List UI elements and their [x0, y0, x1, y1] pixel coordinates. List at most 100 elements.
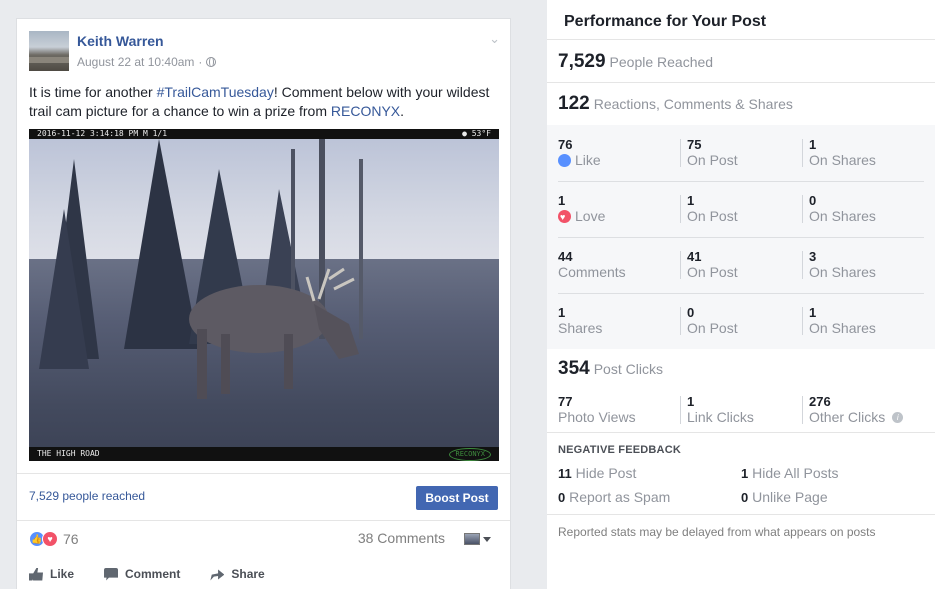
performance-panel: Performance for Your Post 7,529 People R… [547, 0, 935, 589]
comment-label: Comment [125, 567, 181, 581]
post-meta: August 22 at 10:40am · [77, 55, 217, 69]
people-reached-value: 7,529 [558, 51, 606, 72]
like-button[interactable]: Like [29, 567, 74, 581]
like-label: Like [575, 152, 601, 168]
on-shares-label: On Shares [809, 264, 876, 280]
trail-cam-scene [39, 139, 363, 399]
people-reached-stat: 7,529 People Reached [558, 51, 713, 73]
caret-down-icon [483, 536, 491, 542]
unlike-stat: 0 Unlike Page [741, 489, 828, 505]
hide-post-label: Hide Post [575, 465, 637, 481]
breakdown-row-comments: 44 Comments 41 On Post 3 On Shares [547, 237, 935, 293]
overlay-camera-name: THE HIGH ROAD [37, 449, 100, 458]
negative-feedback-title: NEGATIVE FEEDBACK [558, 444, 681, 456]
link-clicks-value: 1 [687, 394, 695, 409]
shares-on-shares: 1 [809, 305, 817, 320]
post-clicks-stat: 354 Post Clicks [558, 358, 663, 380]
love-total: 1 [558, 193, 566, 208]
post-text-part: It is time for another [29, 84, 157, 100]
divider [547, 39, 935, 40]
chevron-down-icon[interactable]: ⌄ [489, 31, 500, 47]
like-on-shares: 1 [809, 137, 817, 152]
on-shares-label: On Shares [809, 208, 876, 224]
comment-button[interactable]: Comment [104, 567, 180, 581]
post-text-part: . [400, 103, 405, 119]
reactions-row: 👍 ♥ 76 38 Comments [29, 527, 499, 551]
love-label: Love [575, 208, 606, 224]
divider [547, 514, 935, 515]
comments-total: 44 [558, 249, 573, 264]
view-as-selector[interactable] [464, 533, 491, 545]
meta-dot: · [198, 55, 203, 69]
share-label: Share [231, 567, 265, 581]
post-date[interactable]: August 22 at 10:40am [77, 55, 194, 69]
unlike-value: 0 [741, 490, 749, 505]
comment-icon [104, 567, 119, 581]
on-post-label: On Post [687, 208, 738, 224]
engagement-breakdown: 76Like 75On Post 1On Shares 1Love 1On Po… [547, 125, 935, 349]
love-on-post: 1 [687, 193, 695, 208]
globe-icon[interactable] [206, 57, 217, 67]
post-text: It is time for another #TrailCamTuesday!… [29, 83, 499, 121]
author-avatar[interactable] [29, 31, 69, 71]
like-label: Like [50, 567, 75, 581]
reaction-count[interactable]: 76 [63, 531, 79, 547]
hide-post-stat: 11 Hide Post [558, 465, 636, 481]
hide-post-value: 11 [558, 466, 572, 481]
spam-value: 0 [558, 490, 566, 505]
on-shares-label: On Shares [809, 152, 876, 168]
people-reached-link[interactable]: 7,529 people reached [29, 489, 145, 503]
share-button[interactable]: Share [210, 567, 265, 581]
other-clicks-value: 276 [809, 394, 831, 409]
engagement-label: Reactions, Comments & Shares [593, 96, 793, 112]
author-name[interactable]: Keith Warren [77, 33, 164, 49]
hide-all-stat: 1 Hide All Posts [741, 465, 839, 481]
boost-post-button[interactable]: Boost Post [416, 486, 498, 510]
like-on-post: 75 [687, 137, 702, 152]
like-icon [29, 567, 43, 581]
post-clicks-value: 354 [558, 358, 590, 379]
breakdown-row-like: 76 Like 75 On Post 1 On Shares [547, 125, 935, 181]
spam-stat: 0 Report as Spam [558, 489, 670, 505]
hide-all-value: 1 [741, 466, 749, 481]
on-post-label: On Post [687, 152, 738, 168]
overlay-logo: RECONYX [449, 448, 491, 461]
hide-all-label: Hide All Posts [752, 465, 839, 481]
info-icon[interactable]: i [892, 411, 904, 423]
love-reaction-icon[interactable]: ♥ [42, 531, 58, 547]
shares-on-post: 0 [687, 305, 695, 320]
divider [547, 82, 935, 83]
shares-label: Shares [558, 320, 603, 336]
clicks-breakdown: 77 Photo Views 1 Link Clicks 276 Other Clic… [547, 392, 935, 432]
photo-overlay-top: 2016-11-12 3:14:18 PM M 1/1 ● 53°F [29, 129, 499, 139]
post-clicks-label: Post Clicks [593, 361, 663, 377]
mention-link[interactable]: RECONYX [331, 103, 400, 119]
people-reached-label: People Reached [609, 54, 714, 70]
post-photo[interactable]: 2016-11-12 3:14:18 PM M 1/1 ● 53°F THE H… [29, 129, 499, 461]
engagement-value: 122 [558, 93, 590, 114]
on-shares-label: On Shares [809, 320, 876, 336]
breakdown-row-love: 1Love 1On Post 0On Shares [547, 181, 935, 237]
hashtag-link[interactable]: #TrailCamTuesday [157, 84, 274, 100]
panel-title: Performance for Your Post [564, 13, 767, 30]
engagement-stat: 122 Reactions, Comments & Shares [558, 93, 793, 115]
photo-overlay-bottom: THE HIGH ROAD RECONYX [29, 447, 499, 461]
overlay-timestamp: 2016-11-12 3:14:18 PM M 1/1 [37, 129, 168, 138]
page-thumb-icon [464, 533, 480, 545]
post-actions: Like Comment Share [29, 567, 265, 581]
reach-row: 7,529 people reached Boost Post [17, 473, 510, 521]
overlay-temp: ● 53°F [462, 129, 491, 138]
unlike-label: Unlike Page [752, 489, 828, 505]
love-icon [558, 209, 571, 225]
on-post-label: On Post [687, 264, 738, 280]
photo-views-label: Photo Views [558, 409, 636, 425]
like-icon [558, 153, 571, 167]
comments-label: Comments [558, 264, 626, 280]
comments-count-link[interactable]: 38 Comments [358, 530, 445, 546]
shares-total: 1 [558, 305, 566, 320]
like-total: 76 [558, 137, 573, 152]
spam-label: Report as Spam [569, 489, 671, 505]
comments-on-post: 41 [687, 249, 702, 264]
share-icon [210, 569, 225, 581]
breakdown-row-shares: 1 Shares 0 On Post 1 On Shares [547, 293, 935, 349]
